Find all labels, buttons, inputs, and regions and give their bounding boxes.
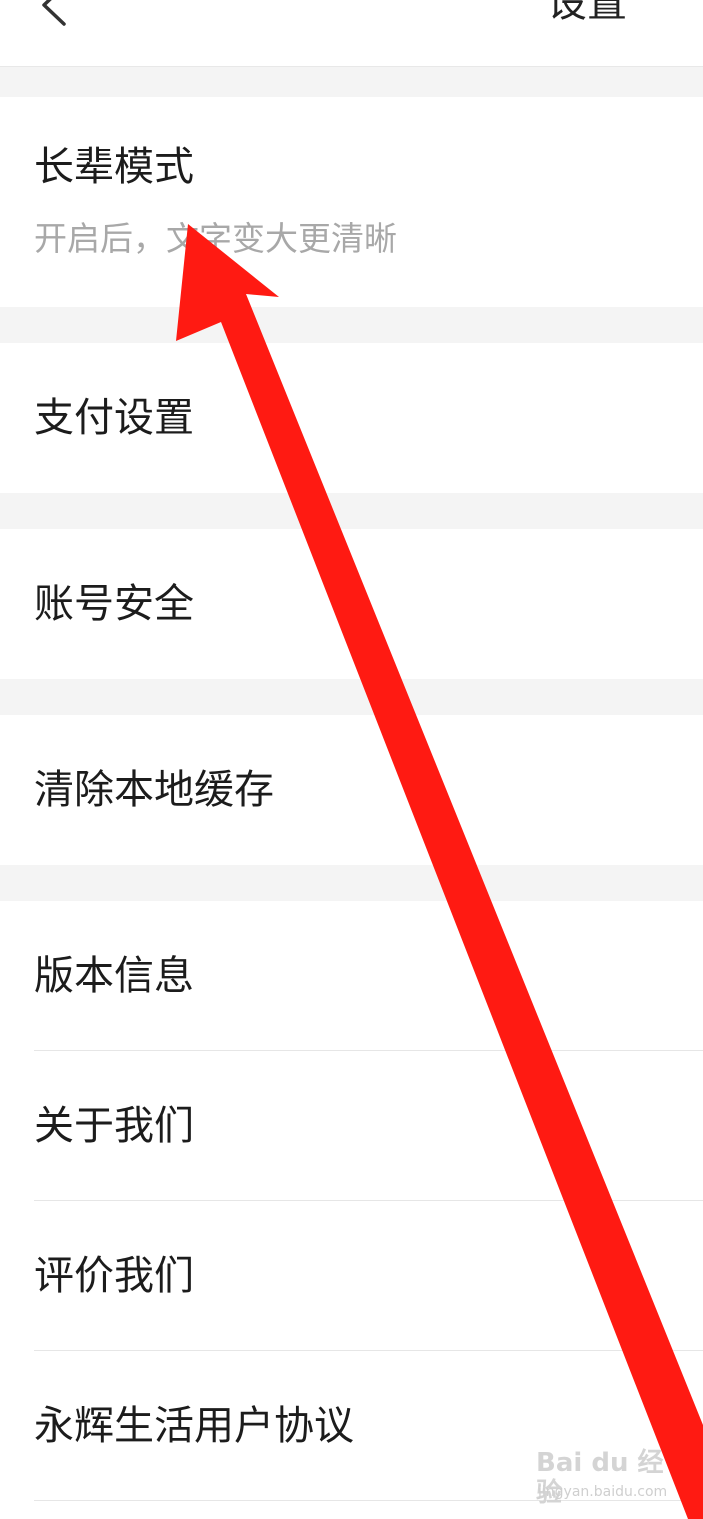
section-divider	[0, 493, 703, 529]
back-button[interactable]	[30, 0, 80, 30]
section-divider	[0, 67, 703, 97]
section-divider	[0, 865, 703, 901]
clear-cache-label: 清除本地缓存	[34, 767, 274, 813]
about-us-label: 关于我们	[34, 1103, 194, 1149]
section-divider	[0, 307, 703, 343]
section-divider	[0, 679, 703, 715]
account-security-label: 账号安全	[34, 581, 194, 627]
elder-mode-label: 长辈模式	[34, 144, 194, 190]
settings-item-elder-mode[interactable]: 长辈模式 开启后，文字变大更清晰	[0, 97, 703, 307]
user-agreement-label: 永辉生活用户协议	[34, 1403, 354, 1449]
settings-item-version-info[interactable]: 版本信息	[0, 901, 703, 1051]
header-bar: 设置	[0, 0, 703, 67]
row-divider	[34, 1500, 703, 1501]
settings-item-clear-cache[interactable]: 清除本地缓存	[0, 715, 703, 865]
settings-item-user-agreement[interactable]: 永辉生活用户协议	[0, 1351, 703, 1501]
page-title: 设置	[547, 0, 627, 26]
settings-item-account-security[interactable]: 账号安全	[0, 529, 703, 679]
settings-item-rate-us[interactable]: 评价我们	[0, 1201, 703, 1351]
chevron-left-icon	[42, 0, 66, 26]
payment-settings-label: 支付设置	[34, 395, 194, 441]
settings-item-payment[interactable]: 支付设置	[0, 343, 703, 493]
elder-mode-subtitle: 开启后，文字变大更清晰	[34, 219, 397, 258]
rate-us-label: 评价我们	[34, 1253, 194, 1299]
settings-item-about-us[interactable]: 关于我们	[0, 1051, 703, 1201]
version-info-label: 版本信息	[34, 953, 194, 999]
